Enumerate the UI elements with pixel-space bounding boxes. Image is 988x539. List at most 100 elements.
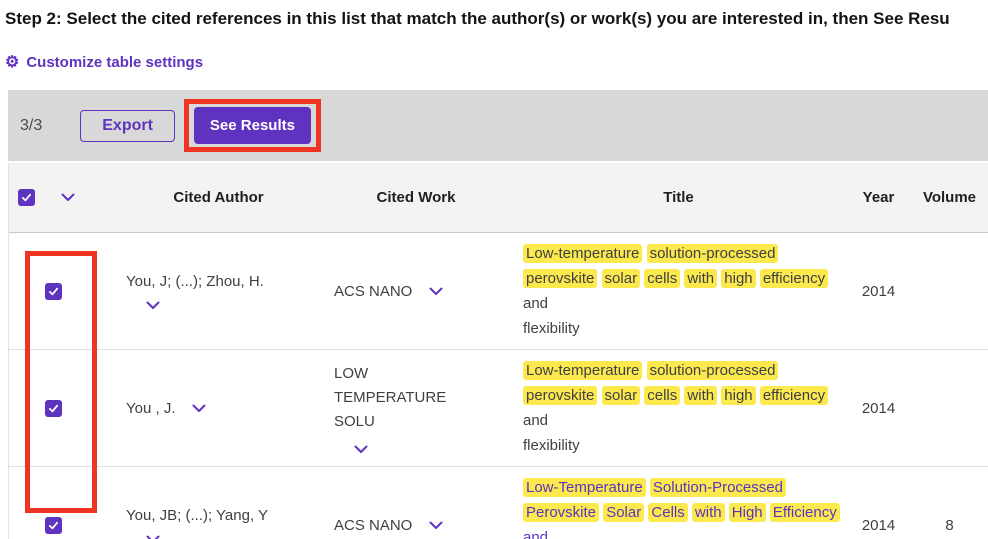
title-line: perovskite solar cells with high efficie… — [523, 383, 840, 433]
cited-author-cell: You, J; (...); Zhou, H. — [116, 233, 321, 349]
highlighted-term: cells — [644, 386, 680, 405]
highlighted-term: Solution-Processed — [650, 478, 786, 497]
table-row: You , J. LOW TEMPERATURE SOLU Low-temperat… — [9, 349, 988, 466]
highlighted-term: solar — [602, 386, 641, 405]
highlighted-term: Perovskite — [523, 503, 599, 522]
highlighted-term: with — [692, 503, 725, 522]
highlighted-term: perovskite — [523, 269, 597, 288]
cited-work: ACS NANO — [334, 283, 412, 300]
highlighted-term: with — [684, 386, 717, 405]
year-value: 2014 — [846, 467, 911, 539]
customize-table-settings-label: Customize table settings — [26, 54, 203, 71]
highlighted-term: perovskite — [523, 386, 597, 405]
step-label: Step 2: — [5, 9, 62, 28]
header-title[interactable]: Title — [511, 163, 846, 232]
cited-work: LOW TEMPERATURE SOLU — [334, 362, 476, 434]
table-body: You, J; (...); Zhou, H. ACS NANO Low-tempe… — [9, 233, 988, 539]
select-menu-chevron-down-icon[interactable] — [61, 193, 75, 202]
highlighted-term: with — [684, 269, 717, 288]
cited-author-line: You , J. — [126, 400, 206, 417]
title-text: and — [523, 529, 548, 539]
chevron-down-icon[interactable] — [354, 445, 368, 454]
title-text: and — [523, 412, 548, 429]
highlighted-term: efficiency — [760, 269, 828, 288]
highlighted-term: high — [721, 386, 755, 405]
title-cell: Low-temperature solution-processedperovs… — [511, 350, 846, 466]
header-cited-work[interactable]: Cited Work — [321, 163, 511, 232]
title-cell: Low-temperature solution-processedperovs… — [511, 233, 846, 349]
year-value: 2014 — [846, 350, 911, 466]
chevron-down-icon[interactable] — [429, 521, 443, 530]
gear-icon: ⚙ — [5, 55, 19, 71]
title-text: and — [523, 295, 548, 312]
see-results-annotation-box: See Results — [184, 99, 321, 152]
chevron-down-icon[interactable] — [146, 301, 160, 310]
highlighted-term: efficiency — [760, 386, 828, 405]
cited-work: ACS NANO — [334, 517, 412, 534]
cited-work-cell: LOW TEMPERATURE SOLU — [321, 350, 511, 466]
highlighted-term: Efficiency — [770, 503, 840, 522]
chevron-down-icon[interactable] — [429, 287, 443, 296]
row-checkbox[interactable] — [45, 400, 62, 417]
volume-value — [911, 233, 988, 349]
cited-author: You, JB; (...); Yang, Y — [126, 507, 268, 524]
cited-work-line: ACS NANO — [334, 517, 443, 534]
highlighted-term: Low-temperature — [523, 361, 642, 380]
table-row: You, J; (...); Zhou, H. ACS NANO Low-tempe… — [9, 233, 988, 349]
step-instruction-text: Select the cited references in this list… — [62, 9, 950, 28]
row-checkbox[interactable] — [45, 283, 62, 300]
volume-value: 8 — [911, 467, 988, 539]
header-cited-author[interactable]: Cited Author — [116, 163, 321, 232]
title-line: flexibility — [523, 433, 840, 458]
title-line: Low-temperature solution-processed — [523, 241, 840, 266]
cited-author: You, J; (...); Zhou, H. — [126, 273, 264, 290]
title-line: flexibility — [523, 316, 840, 341]
highlighted-term: High — [729, 503, 766, 522]
highlighted-term: Solar — [603, 503, 644, 522]
cited-author: You , J. — [126, 400, 175, 417]
see-results-button[interactable]: See Results — [194, 107, 311, 144]
row-select-cell — [9, 467, 116, 539]
cited-work-line: ACS NANO — [334, 283, 443, 300]
cited-author-line: You, J; (...); Zhou, H. — [126, 273, 264, 290]
cited-work-cell: ACS NANO — [321, 467, 511, 539]
highlighted-term: Low-temperature — [523, 244, 642, 263]
year-value: 2014 — [846, 233, 911, 349]
table-header-row: Cited Author Cited Work Title Year Volum… — [9, 163, 988, 233]
row-select-cell — [9, 233, 116, 349]
highlighted-term: solution-processed — [647, 244, 779, 263]
row-select-cell — [9, 350, 116, 466]
header-year[interactable]: Year — [846, 163, 911, 232]
highlighted-term: high — [721, 269, 755, 288]
row-checkbox[interactable] — [45, 517, 62, 534]
cited-reference-search-page: Step 2: Select the cited references in t… — [0, 0, 988, 539]
export-button[interactable]: Export — [80, 110, 175, 142]
check-icon — [20, 191, 33, 204]
step-instruction: Step 2: Select the cited references in t… — [0, 0, 988, 29]
highlighted-term: cells — [644, 269, 680, 288]
title-line: Low-Temperature Solution-Processed — [523, 475, 840, 500]
title-line: Perovskite Solar Cells with High Efficie… — [523, 500, 840, 539]
cited-work-cell: ACS NANO — [321, 233, 511, 349]
chevron-down-icon[interactable] — [146, 535, 160, 539]
cited-author-cell: You, JB; (...); Yang, Y — [116, 467, 321, 539]
title-text: flexibility — [523, 437, 580, 454]
cited-author-line: You, JB; (...); Yang, Y — [126, 507, 268, 524]
highlighted-term: Cells — [648, 503, 687, 522]
volume-value — [911, 350, 988, 466]
cited-author-cell: You , J. — [116, 350, 321, 466]
highlighted-term: solar — [602, 269, 641, 288]
select-all-checkbox[interactable] — [18, 189, 35, 206]
selection-toolbar: 3/3 Export See Results — [8, 90, 988, 161]
customize-table-settings-link[interactable]: ⚙ Customize table settings — [5, 54, 203, 71]
table-row: You, JB; (...); Yang, Y ACS NANO Low-Tempe… — [9, 466, 988, 539]
chevron-down-icon[interactable] — [192, 404, 206, 413]
title-line: Low-temperature solution-processed — [523, 358, 840, 383]
cited-references-table: Cited Author Cited Work Title Year Volum… — [8, 163, 988, 539]
title-text: flexibility — [523, 320, 580, 337]
cited-work-line: LOW TEMPERATURE SOLU — [334, 362, 476, 434]
title-cell[interactable]: Low-Temperature Solution-ProcessedPerovs… — [511, 467, 846, 539]
header-volume[interactable]: Volume — [911, 163, 988, 232]
selection-count: 3/3 — [20, 117, 42, 135]
title-line: perovskite solar cells with high efficie… — [523, 266, 840, 316]
